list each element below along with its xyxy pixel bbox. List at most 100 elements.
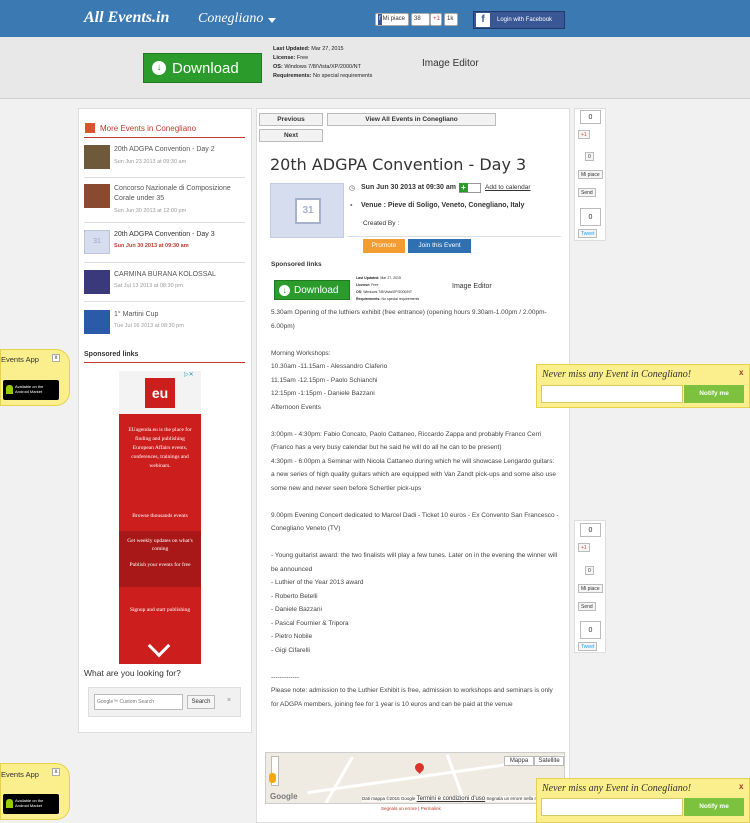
facebook-send-button[interactable]: Send: [578, 602, 596, 611]
venue-map[interactable]: Mappa Satellite Google Dati mappa ©2015 …: [265, 752, 565, 804]
description-line: [271, 657, 559, 671]
description-line: 3:00pm - 4:30pm: Fabio Concato, Paolo Ca…: [271, 430, 542, 452]
tweet-button[interactable]: Tweet: [578, 642, 598, 651]
promote-button[interactable]: Promote: [363, 239, 405, 253]
facebook-like-button[interactable]: Mi piace: [578, 584, 603, 593]
more-events-title: More Events in Conegliano: [100, 124, 197, 133]
gplus-button[interactable]: +1: [578, 130, 590, 139]
description-line: Please note: admission to the Luthier Ex…: [271, 687, 553, 708]
description-line: [271, 495, 559, 509]
notify-button[interactable]: Notify me: [684, 798, 744, 816]
event-description: 5.30am Opening of the luthiers exhibit (…: [271, 306, 559, 711]
venue: Venue : Pieve di Soligo, Veneto, Conegli…: [361, 202, 525, 209]
clock-icon: ◷: [349, 185, 356, 192]
search-heading: What are you looking for?: [84, 668, 181, 678]
android-market-badge[interactable]: Available on the Android Market: [3, 794, 59, 814]
gplus-count: 1k: [444, 13, 458, 26]
android-icon: [6, 385, 13, 394]
download-button[interactable]: ↓ Download: [274, 280, 350, 300]
email-field[interactable]: [541, 385, 683, 403]
description-line: - Gigi Cifarelli: [271, 646, 311, 654]
event-link[interactable]: 20th ADGPA Convention - Day 2: [114, 145, 244, 155]
site-logo[interactable]: All Events.in: [84, 9, 169, 27]
gplus-button[interactable]: +1: [430, 13, 442, 26]
share-count: 0: [580, 523, 601, 537]
map-tab-map[interactable]: Mappa: [504, 756, 534, 766]
map-footer[interactable]: Segnala un errore | Permalink: [381, 806, 441, 811]
download-icon: ↓: [279, 284, 290, 296]
divider: [347, 236, 561, 237]
event-thumbnail[interactable]: [84, 310, 110, 334]
facebook-send-button[interactable]: Send: [578, 188, 596, 197]
facebook-login-button[interactable]: f Login with Facebook: [473, 11, 565, 29]
facebook-like-button[interactable]: f Mi piace: [375, 13, 409, 26]
description-line: 4:30pm - 6:00pm a Seminar with Nicola Ca…: [271, 457, 556, 492]
next-button[interactable]: Next: [259, 129, 323, 142]
event-thumbnail[interactable]: [84, 145, 110, 169]
search-button[interactable]: Search: [187, 695, 215, 709]
facebook-like-button[interactable]: Mi piace: [578, 170, 603, 179]
tweet-button[interactable]: Tweet: [578, 229, 598, 238]
event-link[interactable]: 1° Martini Cup: [114, 310, 244, 320]
ad-weekly: Get weekly updates on what's coming: [127, 538, 193, 552]
ad-browse: Browse thousands events: [132, 513, 188, 519]
events-app-badge[interactable]: Events App x Available on the Android Mar…: [0, 349, 70, 406]
close-icon[interactable]: x: [739, 368, 743, 377]
ad-signup[interactable]: Signup and start publishing: [124, 606, 196, 614]
ad-publish: Publish your events for free: [129, 562, 191, 568]
event-date: Sat Jul 13 2013 at 08:30 pm: [114, 283, 183, 289]
divider: [84, 362, 245, 363]
map-credits: Dati mappa ©2015 Google Termini e condiz…: [362, 796, 549, 802]
description-line: Afternoon Events: [271, 403, 321, 411]
sponsored-heading: Sponsored links: [84, 351, 139, 358]
clear-icon[interactable]: ×: [227, 697, 231, 704]
download-button[interactable]: ↓ Download: [143, 53, 262, 83]
previous-button[interactable]: Previous: [259, 113, 323, 126]
adchoices-icon[interactable]: ▷✕: [184, 371, 194, 378]
app-label: Events App: [1, 770, 39, 779]
event-thumbnail[interactable]: [84, 270, 110, 294]
event-link[interactable]: CARMINA BURANA KOLOSSAL: [114, 270, 244, 280]
divider: [84, 222, 245, 223]
ad-product[interactable]: Image Editor: [452, 283, 492, 290]
android-market-badge[interactable]: Available on the Android Market: [3, 380, 59, 400]
description-line: - Roberto Betelli: [271, 592, 318, 600]
event-thumbnail[interactable]: [84, 184, 110, 208]
like-count: 0: [585, 152, 594, 161]
close-icon[interactable]: x: [52, 354, 60, 362]
view-all-button[interactable]: View All Events in Conegliano: [327, 113, 496, 126]
ad-product[interactable]: Image Editor: [422, 58, 479, 69]
event-date: Sun Jun 23 2013 at 09:30 am: [114, 159, 187, 165]
description-line: - Luthier of the Year 2013 award: [271, 579, 364, 586]
popup-title: Never miss any Event in Conegliano!: [542, 783, 692, 794]
event-link[interactable]: Concorso Nazionale di Composizione Coral…: [114, 184, 244, 204]
close-icon[interactable]: x: [52, 768, 60, 776]
email-field[interactable]: [541, 798, 683, 816]
notify-button[interactable]: Notify me: [684, 385, 744, 403]
calendar-icon[interactable]: 31: [84, 230, 110, 254]
chevron-down-icon[interactable]: [268, 18, 276, 23]
gplus-button[interactable]: +1: [578, 543, 590, 552]
add-to-calendar-link[interactable]: Add to calendar: [485, 184, 531, 191]
calendar-icon: 31: [270, 183, 344, 238]
search-input[interactable]: [94, 694, 183, 710]
map-pin-icon[interactable]: [413, 761, 426, 774]
rss-icon: [85, 123, 95, 133]
events-app-badge[interactable]: Events App x Available on the Android Mar…: [0, 763, 70, 820]
description-line: - Pietro Nobile: [271, 633, 313, 640]
pegman-icon[interactable]: [269, 773, 276, 783]
created-by: Created By :: [363, 220, 400, 227]
calendar-add-icon[interactable]: +: [459, 183, 481, 193]
city-selector[interactable]: Conegliano: [198, 11, 263, 27]
description-line: -------------: [271, 673, 300, 681]
event-link-current[interactable]: 20th ADGPA Convention - Day 3: [114, 230, 244, 240]
description-line: - Young guitarist award: the two finalis…: [271, 552, 558, 573]
description-line: - Pascal Fournier & Tripora: [271, 619, 349, 627]
like-count: 0: [585, 566, 594, 575]
divider: [84, 301, 245, 302]
description-line: [271, 414, 559, 428]
map-tab-satellite[interactable]: Satellite: [534, 756, 564, 766]
ad-info: Last Updated: Mar 27, 2015 License: Free…: [273, 46, 373, 79]
join-event-button[interactable]: Join this Event: [408, 239, 471, 253]
close-icon[interactable]: x: [739, 782, 743, 791]
